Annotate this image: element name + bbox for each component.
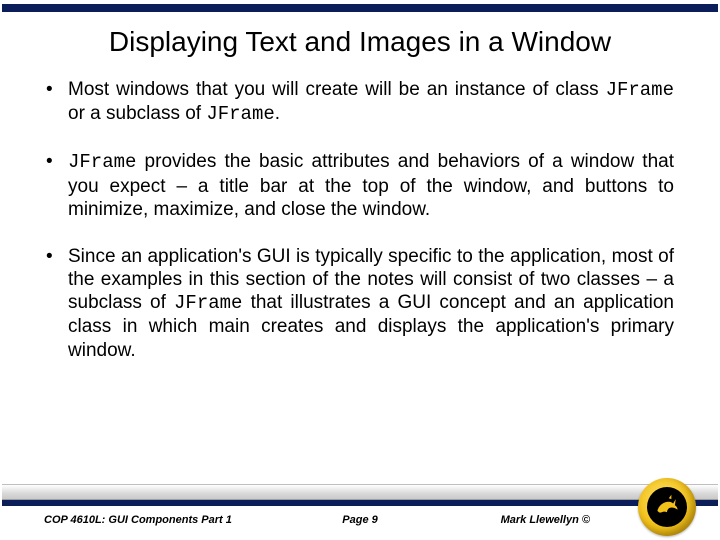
code: JFrame [174, 292, 242, 314]
bullet-1: Most windows that you will create will b… [46, 78, 674, 126]
logo-inner [647, 487, 687, 527]
code: JFrame [68, 151, 136, 173]
footer-page: Page 9 [0, 514, 720, 526]
text: provides the basic attributes and behavi… [68, 151, 674, 219]
bullet-3: Since an application's GUI is typically … [46, 245, 674, 362]
footer-rule [2, 500, 718, 506]
text: or a subclass of [68, 103, 206, 124]
ucf-logo [638, 478, 696, 536]
footer: COP 4610L: GUI Components Part 1 Page 9 … [0, 478, 720, 540]
text: Most windows that you will create will b… [68, 79, 606, 100]
logo-disc [638, 478, 696, 536]
footer-author: Mark Llewellyn © [501, 514, 590, 526]
text: . [275, 103, 280, 124]
slide-title: Displaying Text and Images in a Window [0, 26, 720, 58]
code: JFrame [206, 103, 274, 125]
bullet-2: JFrame provides the basic attributes and… [46, 150, 674, 221]
footer-gradient [2, 484, 718, 500]
top-rule [2, 4, 718, 12]
slide: Displaying Text and Images in a Window M… [0, 0, 720, 540]
pegasus-icon [653, 493, 681, 521]
code: JFrame [606, 79, 674, 101]
slide-body: Most windows that you will create will b… [46, 78, 674, 386]
